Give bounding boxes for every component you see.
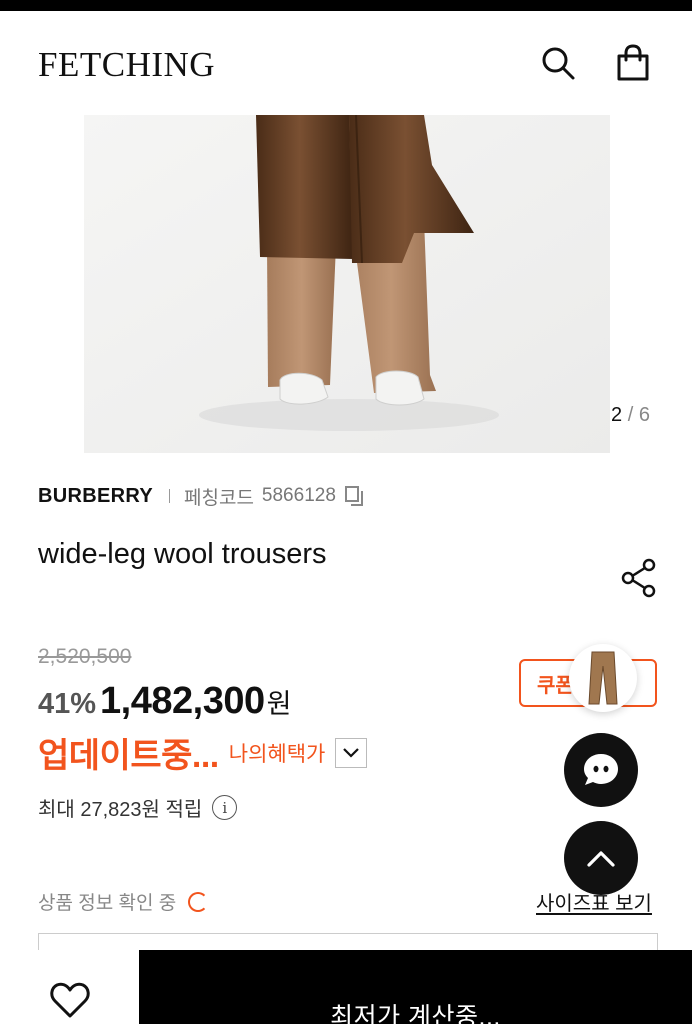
product-image[interactable]	[84, 115, 610, 453]
loading-status-text: 상품 정보 확인 중	[38, 893, 177, 914]
wishlist-button[interactable]	[40, 982, 100, 1024]
buy-button-label: 최저가 계산중...	[330, 1003, 501, 1024]
image-counter-total: 6	[638, 404, 650, 426]
benefit-price-status: 업데이트중...	[38, 737, 219, 775]
loading-row: 상품 정보 확인 중	[38, 888, 209, 915]
product-thumbnail-button[interactable]	[569, 644, 637, 712]
cart-button[interactable]	[611, 41, 655, 85]
search-button[interactable]	[536, 41, 580, 85]
chat-icon	[584, 754, 618, 785]
chat-button[interactable]	[564, 733, 638, 807]
loading-spinner-icon	[188, 891, 209, 912]
points-info-button[interactable]: i	[212, 795, 238, 820]
chevron-up-icon	[587, 851, 615, 867]
copy-icon	[344, 486, 363, 506]
image-counter-current: 2	[611, 404, 623, 426]
product-photo-trousers	[84, 115, 610, 453]
image-counter: 2 / 6	[611, 404, 650, 427]
sale-price: 1,482,300	[100, 680, 265, 722]
share-icon	[621, 558, 656, 598]
image-counter-separator: /	[627, 404, 634, 426]
points-row: 최대 27,823원 적립 i	[38, 793, 238, 822]
scroll-top-button[interactable]	[564, 821, 638, 895]
chevron-down-icon	[343, 747, 360, 758]
heart-icon	[50, 982, 90, 1018]
buy-button[interactable]: 최저가 계산중...	[139, 950, 692, 1024]
site-header: FETCHING	[0, 11, 692, 111]
price-row: 41% 1,482,300 원	[38, 680, 291, 723]
brand-name[interactable]: BURBERRY	[38, 485, 153, 508]
reward-points: 최대 27,823원 적립	[38, 799, 203, 821]
info-icon: i	[222, 798, 228, 817]
product-code-label: 페칭코드	[184, 487, 254, 509]
search-icon	[542, 47, 575, 80]
site-logo[interactable]: FETCHING	[38, 45, 215, 85]
benefit-price-label: 나의혜택가	[228, 742, 326, 766]
product-title: wide-leg wool trousers	[38, 538, 327, 570]
divider	[169, 489, 170, 503]
copy-code-button[interactable]	[344, 485, 366, 507]
shopping-bag-icon	[617, 44, 649, 81]
trousers-thumbnail-icon	[588, 651, 618, 705]
share-button[interactable]	[618, 558, 658, 598]
product-code-value: 5866128	[261, 485, 336, 506]
status-bar	[0, 0, 692, 11]
original-price: 2,520,500	[38, 645, 132, 668]
discount-rate: 41%	[38, 688, 97, 720]
size-chart-link[interactable]: 사이즈표 보기	[536, 887, 652, 916]
benefit-price-row: 업데이트중... 나의혜택가	[38, 728, 368, 777]
benefit-expand-button[interactable]	[335, 737, 368, 768]
currency-unit: 원	[266, 689, 292, 719]
brand-row: BURBERRY 페칭코드 5866128	[38, 483, 366, 509]
